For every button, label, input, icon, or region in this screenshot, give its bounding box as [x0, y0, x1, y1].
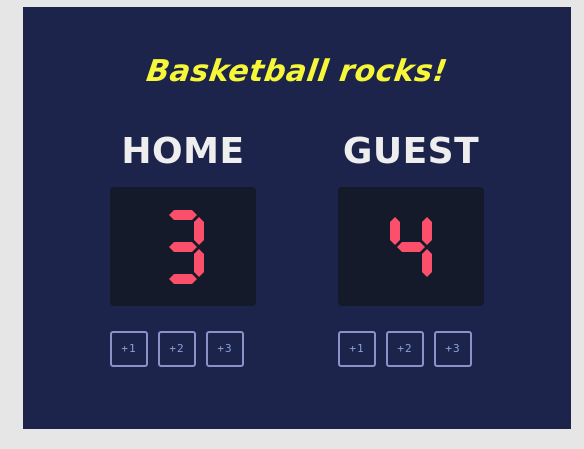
guest-score-digit-segment-b: [422, 216, 432, 245]
home-button-row: +1 +2 +3: [110, 331, 256, 367]
guest-team-name: GUEST: [342, 131, 480, 172]
home-score-digit-segment-g: [169, 241, 197, 252]
home-score-digit-segment-a: [169, 209, 197, 220]
tagline: Basketball rocks!: [144, 54, 450, 89]
home-team-panel: HOME 3 +1 +2 +3: [110, 132, 256, 367]
home-add-2-button[interactable]: +2: [158, 331, 196, 367]
guest-score-digit-segment-f: [390, 216, 400, 245]
home-team-name: HOME: [121, 131, 245, 172]
guest-score-display: 4: [338, 187, 484, 306]
home-score-digit-segment-b: [194, 216, 204, 245]
home-score-digit: [169, 209, 204, 284]
guest-add-1-button[interactable]: +1: [338, 331, 376, 367]
home-score-digit-segment-d: [169, 273, 197, 284]
guest-add-2-button[interactable]: +2: [386, 331, 424, 367]
guest-button-row: +1 +2 +3: [338, 331, 484, 367]
guest-score-digit: [390, 216, 432, 277]
home-add-1-button[interactable]: +1: [110, 331, 148, 367]
scoreboard: Basketball rocks! HOME 3 +1 +2 +3 GUEST …: [23, 7, 571, 429]
guest-add-3-button[interactable]: +3: [434, 331, 472, 367]
home-score-display: 3: [110, 187, 256, 306]
guest-team-panel: GUEST 4 +1 +2 +3: [338, 132, 484, 367]
guest-score-digit-segment-c: [422, 248, 432, 277]
home-score-digit-segment-c: [194, 248, 204, 277]
home-add-3-button[interactable]: +3: [206, 331, 244, 367]
guest-score-digit-segment-g: [397, 241, 425, 252]
